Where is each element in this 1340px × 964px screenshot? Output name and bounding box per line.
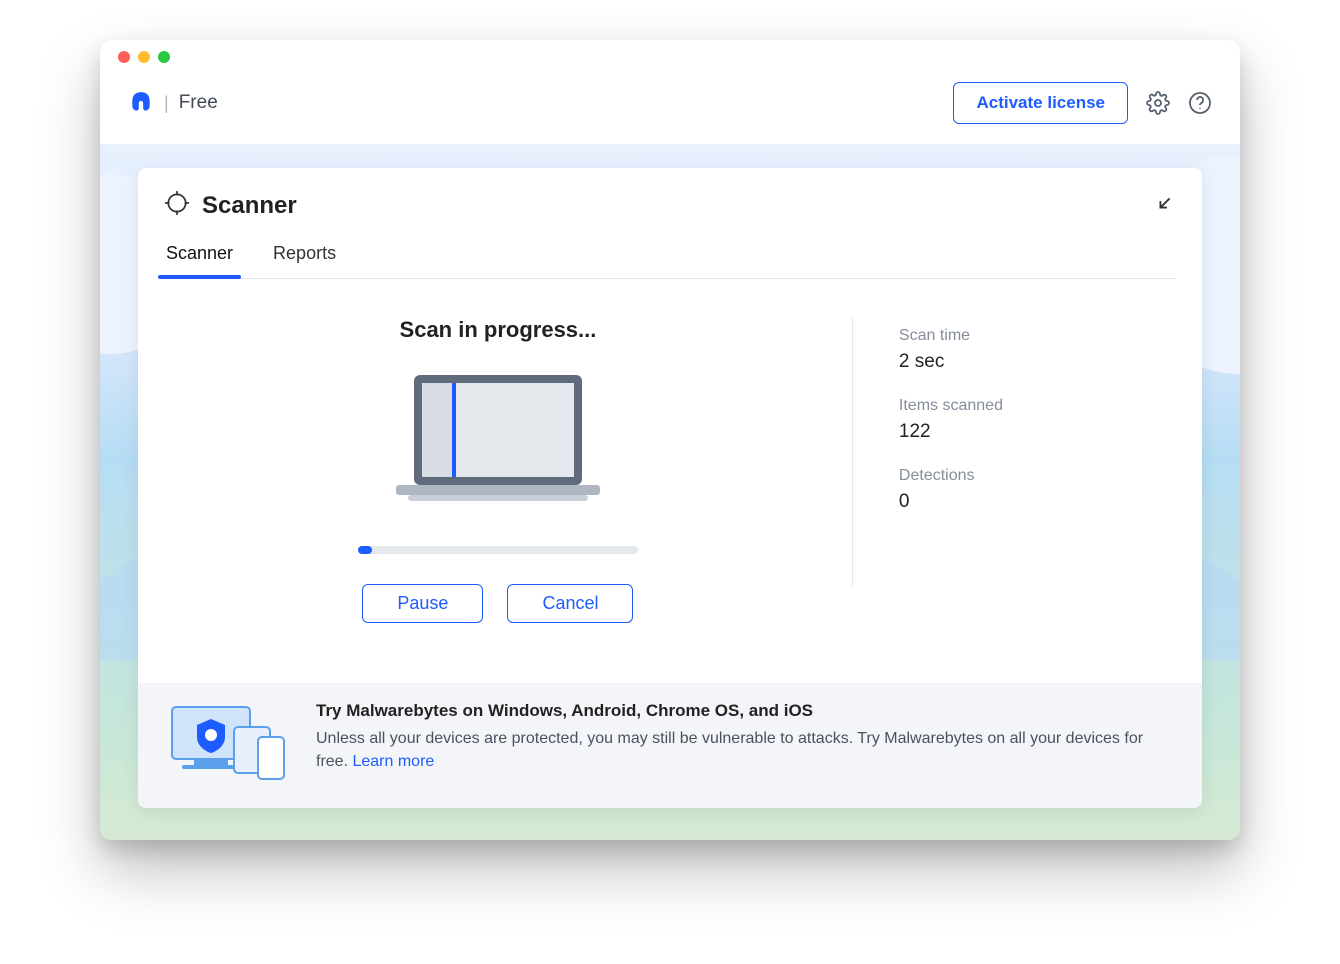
promo-title: Try Malwarebytes on Windows, Android, Ch… [316, 701, 1176, 721]
stat-label: Detections [899, 467, 1176, 485]
help-icon [1188, 91, 1212, 115]
gear-icon [1146, 91, 1170, 115]
minimize-window-button[interactable] [138, 51, 150, 63]
stat-label: Scan time [899, 327, 1176, 345]
stat-detections: Detections 0 [899, 467, 1176, 513]
stat-scan-time: Scan time 2 sec [899, 327, 1176, 373]
app-header: | Free Activate license [100, 74, 1240, 144]
tab-reports[interactable]: Reports [271, 233, 338, 278]
app-window: | Free Activate license Scanner [100, 40, 1240, 840]
scanner-card: Scanner Scanner Reports Scan in progress… [138, 168, 1202, 808]
brand-divider: | [164, 93, 169, 114]
promo-body: Unless all your devices are protected, y… [316, 730, 1143, 770]
promo-banner: Try Malwarebytes on Windows, Android, Ch… [138, 683, 1202, 808]
maximize-window-button[interactable] [158, 51, 170, 63]
devices-icon [164, 701, 294, 781]
scan-stats: Scan time 2 sec Items scanned 122 Detect… [852, 317, 1176, 587]
activate-license-button[interactable]: Activate license [953, 82, 1128, 124]
close-window-button[interactable] [118, 51, 130, 63]
brand-area: | Free [128, 90, 218, 116]
laptop-icon [378, 369, 618, 519]
devices-illustration [164, 701, 294, 786]
window-titlebar [100, 40, 1240, 74]
card-title: Scanner [202, 192, 297, 220]
stat-items-scanned: Items scanned 122 [899, 397, 1176, 443]
help-button[interactable] [1188, 91, 1212, 115]
tab-bar: Scanner Reports [164, 233, 1176, 279]
background-area: Scanner Scanner Reports Scan in progress… [100, 144, 1240, 840]
tab-scanner[interactable]: Scanner [164, 233, 235, 278]
malwarebytes-logo-icon [128, 90, 154, 116]
pause-button[interactable]: Pause [362, 584, 483, 623]
scan-status-heading: Scan in progress... [400, 317, 597, 343]
promo-text: Unless all your devices are protected, y… [316, 727, 1176, 773]
stat-value: 2 sec [899, 351, 1176, 373]
collapse-icon [1154, 192, 1176, 214]
stat-label: Items scanned [899, 397, 1176, 415]
scan-progress-bar [358, 546, 638, 554]
edition-label: Free [179, 92, 218, 114]
settings-button[interactable] [1146, 91, 1170, 115]
laptop-illustration [378, 369, 618, 524]
learn-more-link[interactable]: Learn more [352, 753, 434, 770]
stat-value: 0 [899, 491, 1176, 513]
cancel-button[interactable]: Cancel [507, 584, 633, 623]
collapse-button[interactable] [1154, 192, 1176, 219]
crosshair-icon [164, 190, 190, 221]
scan-progress-fill [358, 546, 372, 554]
stat-value: 122 [899, 421, 1176, 443]
